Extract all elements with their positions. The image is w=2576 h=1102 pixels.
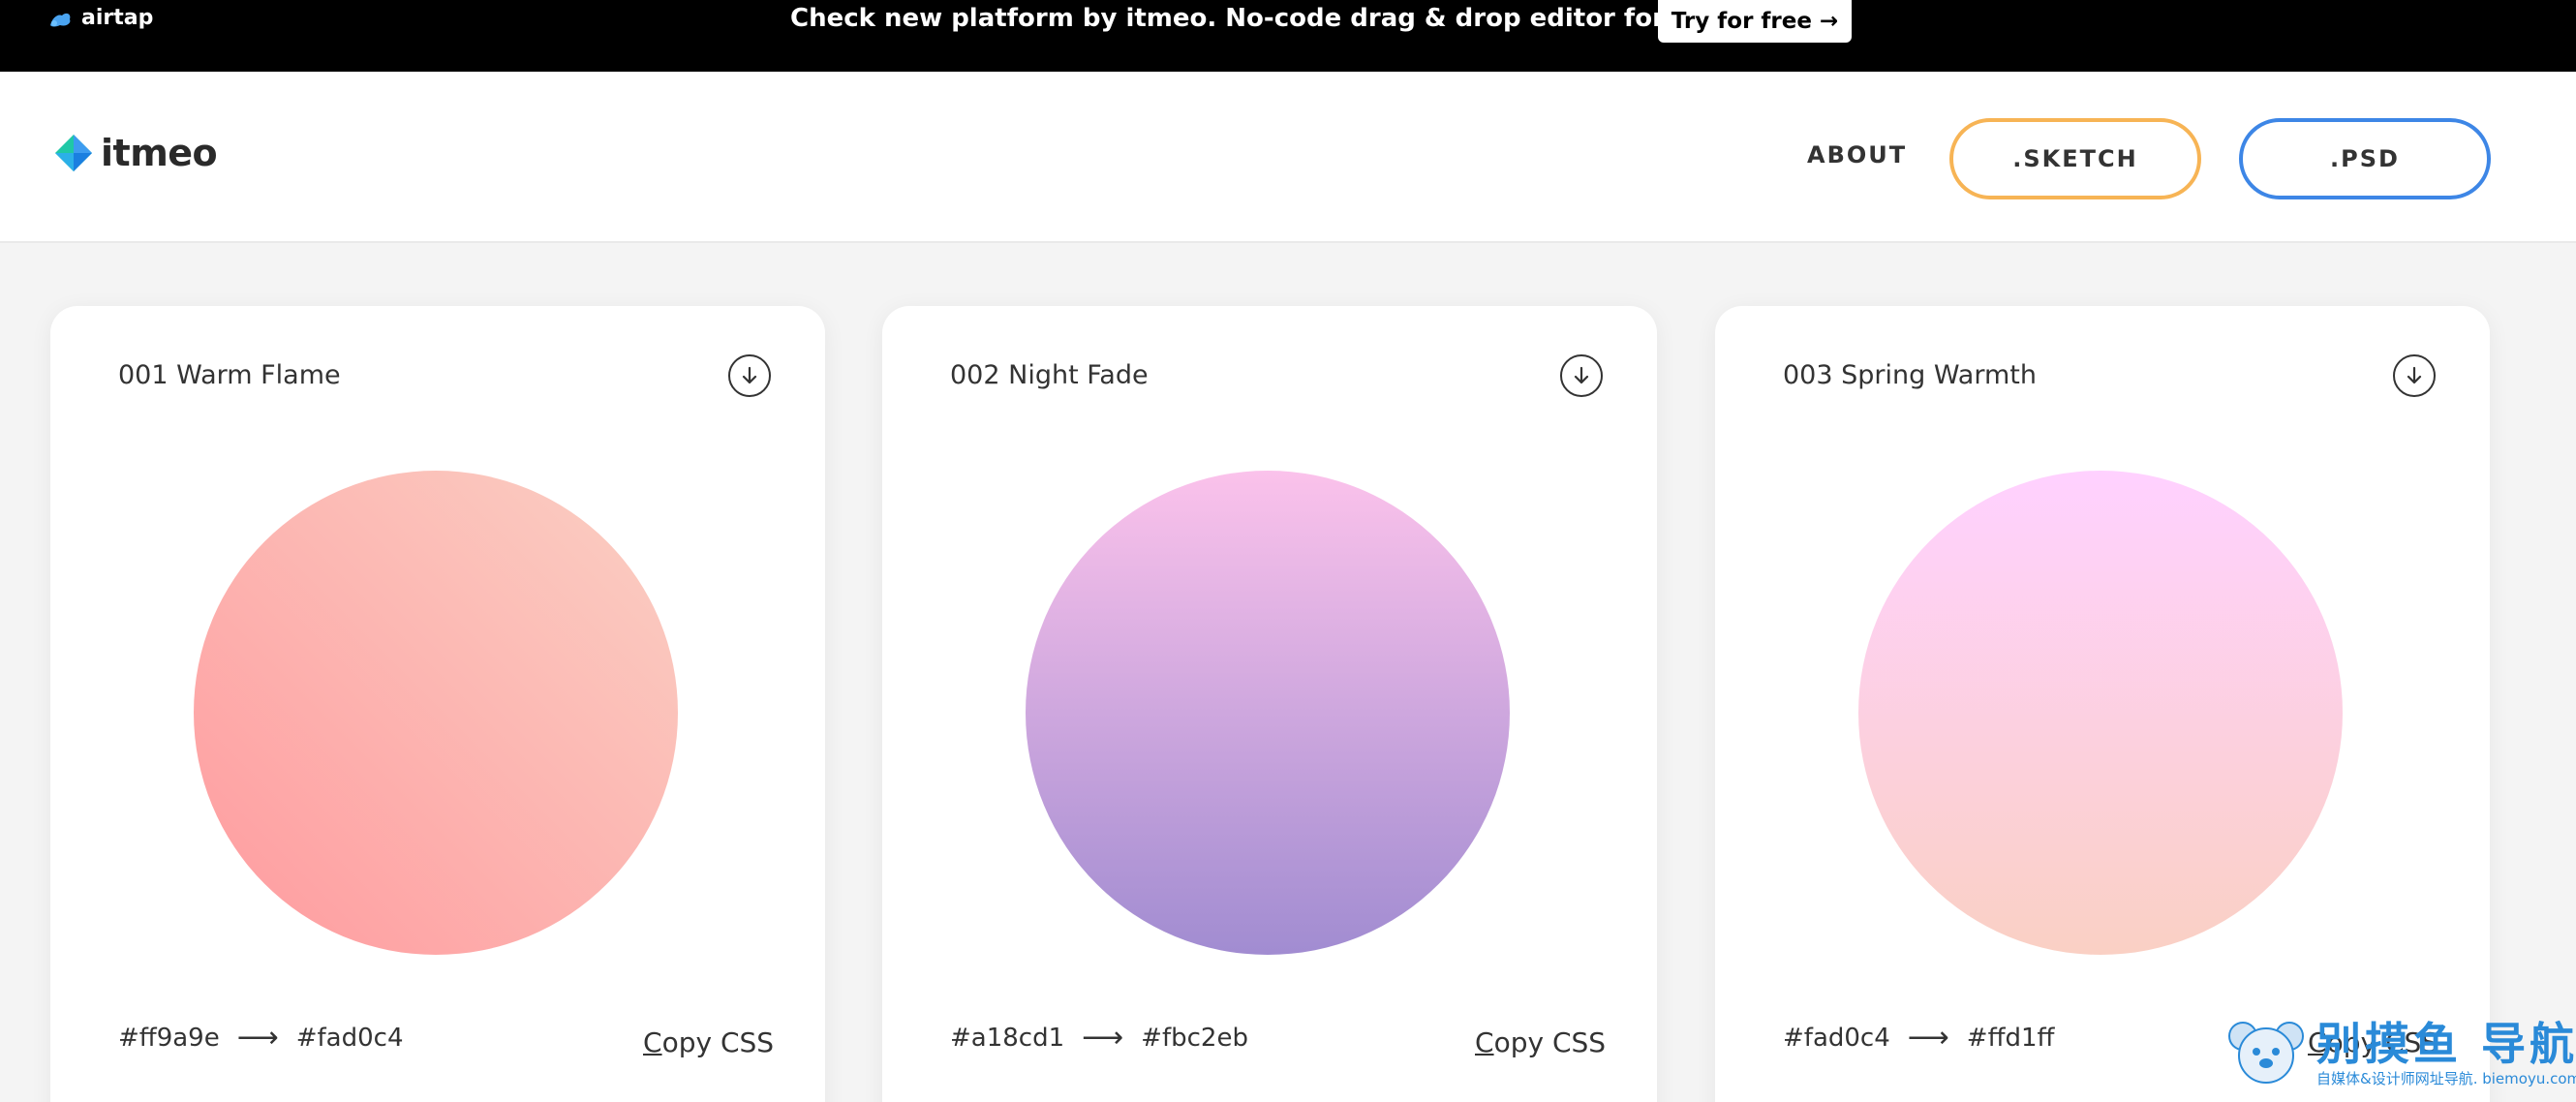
watermark-title: 别摸鱼 导航: [2316, 1017, 2576, 1070]
koala-mascot-icon: [2228, 1022, 2304, 1084]
airtap-brand-label: airtap: [81, 6, 154, 30]
copy-css-first: C: [1475, 1026, 1494, 1058]
itmeo-logo[interactable]: itmeo: [54, 132, 218, 174]
gradient-title: 003 Spring Warmth: [1783, 360, 2037, 390]
gradient-card: 001 Warm Flame #ff9a9e ⟶ #fad0c4 Copy CS…: [50, 306, 825, 1102]
gradient-card: 003 Spring Warmth #fad0c4 ⟶ #ffd1ff Copy…: [1715, 306, 2490, 1102]
copy-css-rest: opy CSS: [661, 1026, 775, 1058]
copy-css-button[interactable]: Copy CSS: [1475, 1026, 1606, 1058]
gradient-card: 002 Night Fade #a18cd1 ⟶ #fbc2eb Copy CS…: [882, 306, 1657, 1102]
hex-from[interactable]: #fad0c4: [1783, 1024, 1890, 1053]
copy-css-first: C: [643, 1026, 662, 1058]
download-psd-button[interactable]: .PSD: [2239, 118, 2491, 199]
gradient-swatch[interactable]: [1858, 471, 2343, 955]
copy-css-rest: opy CSS: [1493, 1026, 1607, 1058]
hex-row: #ff9a9e ⟶ #fad0c4: [118, 1021, 404, 1055]
airtap-logo-icon: [50, 13, 71, 26]
hex-from[interactable]: #a18cd1: [950, 1024, 1064, 1053]
try-for-free-label: Try for free: [1671, 9, 1812, 34]
itmeo-diamond-icon: [55, 135, 92, 171]
try-for-free-button[interactable]: Try for free →: [1658, 0, 1852, 43]
download-sketch-button[interactable]: .SKETCH: [1949, 118, 2201, 199]
download-icon[interactable]: [728, 354, 771, 397]
gradient-swatch[interactable]: [1026, 471, 1510, 955]
banner-message: Check new platform by itmeo. No-code dra…: [790, 4, 1801, 33]
arrow-right-icon: →: [1819, 9, 1839, 34]
hex-from[interactable]: #ff9a9e: [118, 1024, 220, 1053]
watermark-subtitle: 自媒体&设计师网址导航. biemoyu.com: [2316, 1069, 2576, 1087]
gradient-swatch[interactable]: [194, 471, 678, 955]
nav-about-link[interactable]: ABOUT: [1807, 141, 1907, 168]
promo-banner: airtap Check new platform by itmeo. No-c…: [0, 0, 2576, 72]
download-icon[interactable]: [1560, 354, 1603, 397]
hex-to[interactable]: #fad0c4: [296, 1024, 404, 1053]
hex-to[interactable]: #ffd1ff: [1967, 1024, 2055, 1053]
download-icon[interactable]: [2393, 354, 2436, 397]
hex-row: #a18cd1 ⟶ #fbc2eb: [950, 1021, 1248, 1055]
gradient-title: 001 Warm Flame: [118, 360, 341, 390]
hex-row: #fad0c4 ⟶ #ffd1ff: [1783, 1021, 2054, 1055]
hex-to[interactable]: #fbc2eb: [1141, 1024, 1248, 1053]
long-arrow-right-icon: ⟶: [1907, 1021, 1949, 1055]
long-arrow-right-icon: ⟶: [1082, 1021, 1124, 1055]
airtap-brand[interactable]: airtap: [48, 6, 153, 30]
logo-text: itmeo: [101, 132, 218, 174]
copy-css-button[interactable]: Copy CSS: [643, 1026, 774, 1058]
long-arrow-right-icon: ⟶: [236, 1021, 279, 1055]
watermark: 别摸鱼 导航 自媒体&设计师网址导航. biemoyu.com: [2225, 1013, 2576, 1094]
gradient-title: 002 Night Fade: [950, 360, 1149, 390]
site-header: itmeo ABOUT .SKETCH .PSD: [0, 72, 2576, 243]
